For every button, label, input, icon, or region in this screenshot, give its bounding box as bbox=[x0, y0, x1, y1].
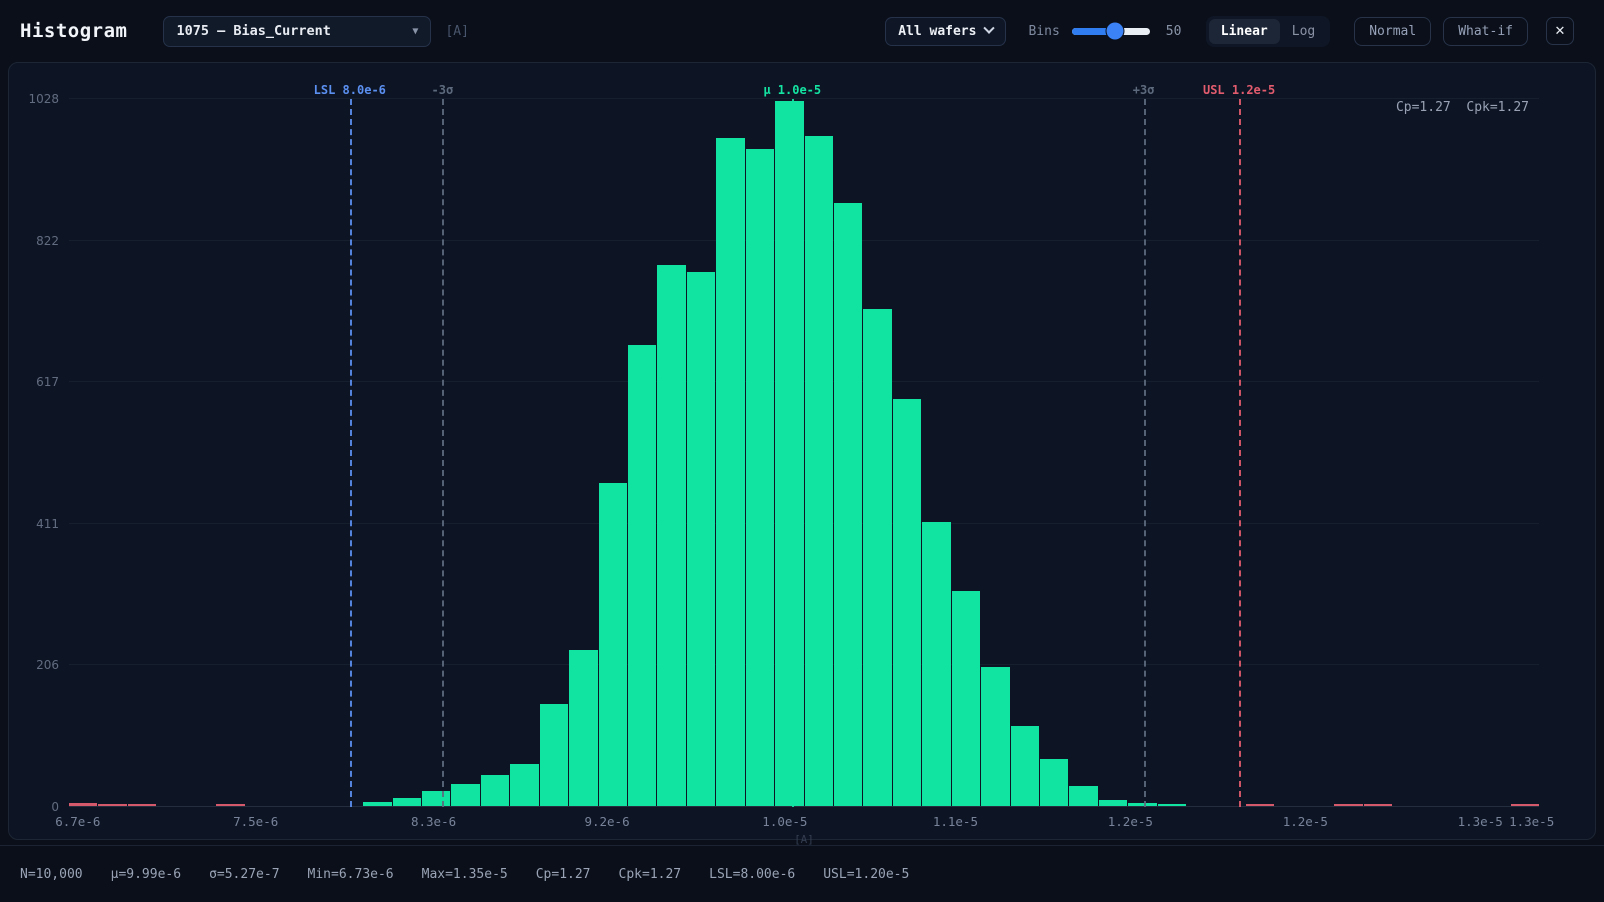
histogram-bar[interactable] bbox=[540, 704, 568, 806]
x-axis-tick-label: 1.1e-5 bbox=[933, 814, 978, 829]
status-stat: μ=9.99e-6 bbox=[111, 867, 181, 882]
wafer-select[interactable]: All wafers bbox=[885, 17, 1006, 46]
status-stat: σ=5.27e-7 bbox=[209, 867, 279, 882]
x-axis-tick-label: 1.0e-5 bbox=[762, 814, 807, 829]
histogram-bar[interactable] bbox=[422, 791, 450, 806]
histogram-bar-out-of-spec[interactable] bbox=[1334, 804, 1362, 806]
lsl-line-label: LSL 8.0e-6 bbox=[314, 83, 386, 97]
x-axis-tick-label: 1.3e-5 bbox=[1458, 814, 1503, 829]
histogram-bar[interactable] bbox=[834, 203, 862, 806]
histogram-bar[interactable] bbox=[657, 265, 685, 806]
histogram-bar[interactable] bbox=[863, 309, 891, 806]
top-toolbar: Histogram 1075 — Bias_Current ▼ [A] All … bbox=[0, 0, 1604, 62]
histogram-bar-out-of-spec[interactable] bbox=[1364, 804, 1392, 806]
stats-status-bar: N=10,000 μ=9.99e-6 σ=5.27e-7 Min=6.73e-6 Max… bbox=[0, 845, 1604, 902]
histogram-bar[interactable] bbox=[1099, 800, 1127, 806]
histogram-bar-out-of-spec[interactable] bbox=[216, 804, 244, 806]
histogram-bar[interactable] bbox=[1158, 804, 1186, 806]
x-axis-tick-label: 1.2e-5 bbox=[1108, 814, 1153, 829]
status-stat: LSL=8.00e-6 bbox=[709, 867, 795, 882]
y-axis-tick-label: 206 bbox=[36, 658, 59, 672]
histogram-bars bbox=[69, 99, 1539, 806]
scale-option-log[interactable]: Log bbox=[1280, 19, 1327, 44]
y-axis-tick-label: 411 bbox=[36, 517, 59, 531]
histogram-bar[interactable] bbox=[510, 764, 538, 806]
scale-toggle: Linear Log bbox=[1206, 16, 1330, 47]
cp-cpk-badge: Cp=1.27 Cpk=1.27 bbox=[1396, 100, 1529, 115]
mu-line-label: μ 1.0e-5 bbox=[763, 83, 821, 97]
dropdown-arrow-icon: ▼ bbox=[412, 26, 418, 37]
x-axis-line bbox=[69, 806, 1539, 807]
x-axis-tick-label: 1.2e-5 bbox=[1283, 814, 1328, 829]
histogram-bar[interactable] bbox=[393, 798, 421, 806]
histogram-bar[interactable] bbox=[716, 138, 744, 806]
histogram-bar[interactable] bbox=[1040, 759, 1068, 806]
histogram-bar[interactable] bbox=[893, 399, 921, 806]
histogram-bar[interactable] bbox=[922, 522, 950, 806]
what-if-button[interactable]: What-if bbox=[1443, 17, 1528, 46]
minus-3sigma-line bbox=[442, 99, 444, 807]
histogram-bar-out-of-spec[interactable] bbox=[1511, 804, 1539, 806]
histogram-bar[interactable] bbox=[1011, 726, 1039, 806]
histogram-bar-out-of-spec[interactable] bbox=[98, 804, 126, 806]
histogram-bar[interactable] bbox=[451, 784, 479, 806]
histogram-bar[interactable] bbox=[746, 149, 774, 806]
x-axis-tick-label: 6.7e-6 bbox=[55, 814, 100, 829]
histogram-bar-out-of-spec[interactable] bbox=[69, 803, 97, 806]
y-axis-tick-label: 1028 bbox=[28, 92, 59, 106]
close-button[interactable]: ✕ bbox=[1546, 17, 1574, 45]
status-stat: USL=1.20e-5 bbox=[823, 867, 909, 882]
wafer-select-value: All wafers bbox=[898, 24, 976, 39]
chevron-down-icon bbox=[984, 23, 995, 34]
scale-option-linear[interactable]: Linear bbox=[1209, 19, 1280, 44]
lsl-line bbox=[350, 99, 352, 807]
status-stat: Max=1.35e-5 bbox=[422, 867, 508, 882]
x-axis-tick-label: 8.3e-6 bbox=[411, 814, 456, 829]
histogram-bar[interactable] bbox=[363, 802, 391, 806]
histogram-bar[interactable] bbox=[981, 667, 1009, 806]
histogram-bar[interactable] bbox=[805, 136, 833, 806]
histogram-bar[interactable] bbox=[775, 101, 803, 806]
histogram-bar-out-of-spec[interactable] bbox=[1246, 804, 1274, 806]
x-axis-tick-label: 9.2e-6 bbox=[584, 814, 629, 829]
histogram-bar[interactable] bbox=[1069, 786, 1097, 806]
histogram-bar[interactable] bbox=[628, 345, 656, 806]
x-axis-tick-label: 1.3e-5 bbox=[1509, 814, 1554, 829]
bins-slider[interactable] bbox=[1072, 28, 1150, 35]
bins-slider-thumb[interactable] bbox=[1106, 23, 1123, 40]
unit-label: [A] bbox=[445, 24, 468, 39]
plus-3sigma-line bbox=[1144, 99, 1146, 807]
usl-line bbox=[1239, 99, 1241, 807]
y-axis-tick-label: 617 bbox=[36, 375, 59, 389]
y-axis-tick-label: 0 bbox=[51, 800, 59, 814]
usl-line-label: USL 1.2e-5 bbox=[1203, 83, 1275, 97]
histogram-bar[interactable] bbox=[952, 591, 980, 806]
status-stat: N=10,000 bbox=[20, 867, 83, 882]
bins-value: 50 bbox=[1166, 24, 1188, 39]
plot-area: Cp=1.27 Cpk=1.27 [A] 020641161782210286.… bbox=[69, 99, 1539, 807]
x-axis-tick-label: 7.5e-6 bbox=[233, 814, 278, 829]
status-stat: Cp=1.27 bbox=[536, 867, 591, 882]
parameter-select-value: 1075 — Bias_Current bbox=[176, 23, 412, 39]
y-axis-tick-label: 822 bbox=[36, 234, 59, 248]
status-stat: Cpk=1.27 bbox=[619, 867, 682, 882]
parameter-select[interactable]: 1075 — Bias_Current ▼ bbox=[163, 16, 431, 47]
normal-button[interactable]: Normal bbox=[1354, 17, 1431, 46]
histogram-bar-out-of-spec[interactable] bbox=[128, 804, 156, 806]
chart-panel: Cp=1.27 Cpk=1.27 [A] 020641161782210286.… bbox=[8, 62, 1596, 840]
app-title: Histogram bbox=[20, 20, 127, 42]
histogram-bar[interactable] bbox=[569, 650, 597, 806]
histogram-bar[interactable] bbox=[599, 483, 627, 806]
plus-3sigma-line-label: +3σ bbox=[1133, 83, 1155, 97]
histogram-bar[interactable] bbox=[687, 272, 715, 806]
histogram-bar[interactable] bbox=[1128, 803, 1156, 806]
status-stat: Min=6.73e-6 bbox=[308, 867, 394, 882]
histogram-bar[interactable] bbox=[481, 775, 509, 806]
minus-3sigma-line-label: -3σ bbox=[432, 83, 454, 97]
bins-label: Bins bbox=[1028, 24, 1059, 39]
